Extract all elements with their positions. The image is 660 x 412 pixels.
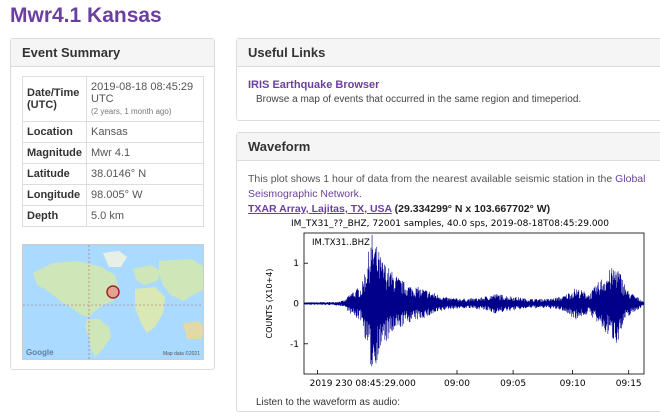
table-row: Location Kansas [22, 121, 204, 143]
map-attribution: Map data ©2021 [162, 351, 200, 357]
event-summary-panel: Event Summary Date/Time (UTC) 2019-08-18… [10, 38, 215, 370]
iris-browser-link[interactable]: IRIS Earthquake Browser [248, 79, 379, 91]
row-value: Kansas [86, 121, 204, 143]
row-value: 98.005° W [86, 184, 204, 206]
event-summary-table: Date/Time (UTC) 2019-08-18 08:45:29 UTC (… [22, 76, 204, 227]
event-summary-heading: Event Summary [11, 39, 214, 67]
iris-browser-description: Browse a map of events that occurred in … [256, 94, 582, 105]
table-row: Magnitude Mwr 4.1 [22, 142, 204, 164]
x-tick-label: 09:00 [444, 379, 470, 389]
row-value: 2019-08-18 08:45:29 UTC [91, 81, 194, 105]
row-key: Longitude [22, 184, 87, 206]
waveform-heading: Waveform [237, 133, 660, 161]
station-coords: (29.334299° N x 103.667702° W) [391, 203, 551, 215]
y-tick-label: 0 [293, 300, 299, 310]
x-tick-label: 09:15 [616, 379, 642, 389]
x-tick-label: 2019 230 08:45:29.000 [310, 379, 417, 389]
row-key: Depth [22, 205, 87, 227]
epicenter-marker[interactable] [106, 285, 120, 299]
world-map-graphic [23, 245, 203, 359]
chart-title: IM_TX31_??_BHZ, 72001 samples, 40.0 sps,… [291, 219, 609, 229]
waveform-description: This plot shows 1 hour of data from the … [248, 172, 660, 202]
audio-label: Listen to the waveform as audio: [256, 397, 400, 408]
event-location-map[interactable]: Google Map data ©2021 [22, 244, 204, 360]
x-tick-label: 09:05 [500, 379, 526, 389]
station-info: TXAR Array, Lajitas, TX, USA (29.334299°… [248, 203, 550, 215]
useful-links-panel: Useful Links IRIS Earthquake Browser Bro… [236, 38, 660, 121]
row-key: Magnitude [22, 142, 87, 164]
trace-label: IM.TX31..BHZ [312, 238, 370, 248]
row-value: 5.0 km [86, 205, 204, 227]
waveform-desc-text: This plot shows 1 hour of data from the … [248, 173, 616, 185]
row-value: Mwr 4.1 [86, 142, 204, 164]
table-row: Date/Time (UTC) 2019-08-18 08:45:29 UTC (… [22, 76, 204, 122]
y-tick-label: 1 [293, 259, 299, 269]
station-link[interactable]: TXAR Array, Lajitas, TX, USA [248, 203, 392, 215]
y-axis-label: COUNTS (X10+4) [265, 269, 274, 339]
table-row: Longitude 98.005° W [22, 184, 204, 206]
row-key: Latitude [22, 163, 87, 185]
page-title: Mwr4.1 Kansas [10, 4, 162, 27]
waveform-desc-end: . [358, 188, 362, 200]
seismogram-chart: IM_TX31_??_BHZ, 72001 samples, 40.0 sps,… [254, 215, 646, 390]
row-key: Date/Time (UTC) [22, 76, 87, 122]
time-ago: (2 years, 1 month ago) [91, 107, 172, 116]
y-tick-label: -1 [290, 340, 299, 350]
table-row: Depth 5.0 km [22, 205, 204, 227]
useful-links-heading: Useful Links [237, 39, 660, 67]
google-logo: Google [26, 348, 54, 357]
x-tick-label: 09:10 [560, 379, 586, 389]
row-value: 38.0146° N [86, 163, 204, 185]
table-row: Latitude 38.0146° N [22, 163, 204, 185]
waveform-panel: Waveform This plot shows 1 hour of data … [236, 132, 660, 412]
row-key: Location [22, 121, 87, 143]
